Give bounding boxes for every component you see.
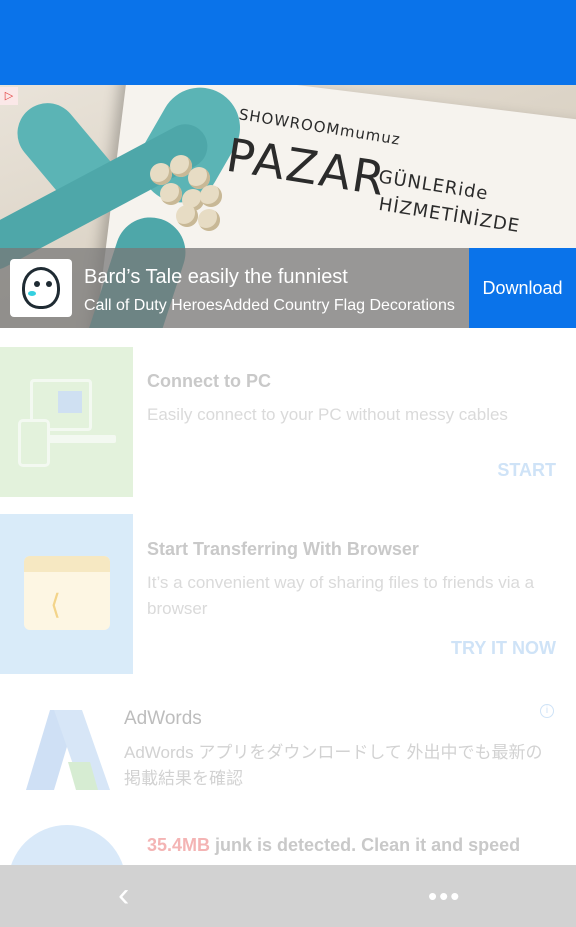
browser-transfer-card[interactable]: ⟨ Start Transferring With Browser It’s a… xyxy=(0,514,576,674)
bottom-navigation-bar: ‹ ••• xyxy=(0,865,576,927)
start-button[interactable]: START xyxy=(497,460,556,481)
feature-title: Connect to PC xyxy=(147,371,271,391)
junk-size: 35.4MB xyxy=(147,835,211,855)
more-dots-icon[interactable]: ••• xyxy=(428,881,468,911)
junk-message-text: junk is detected. Clean it and speed xyxy=(210,835,521,855)
info-icon[interactable]: i xyxy=(540,704,554,718)
top-app-bar xyxy=(0,0,576,85)
download-button[interactable]: Download xyxy=(469,248,576,328)
feature-title: Start Transferring With Browser xyxy=(147,539,419,559)
adwords-native-ad[interactable]: AdWords AdWords アプリをダウンロードして 外出中でも最新の掲載結… xyxy=(0,690,576,810)
share-icon: ⟨ xyxy=(50,589,61,620)
app-logo-icon xyxy=(10,259,72,317)
ad-app-title: Bard’s Tale easily the funniest xyxy=(84,266,348,288)
browser-share-icon: ⟨ xyxy=(0,514,133,674)
ad-title: AdWords xyxy=(124,708,202,729)
connect-to-pc-card[interactable]: Connect to PC Easily connect to your PC … xyxy=(0,347,576,497)
feature-description: Easily connect to your PC without messy … xyxy=(147,405,508,424)
feature-description: It’s a convenient way of sharing files t… xyxy=(147,573,535,618)
chevron-left-icon[interactable]: ‹ xyxy=(118,877,148,913)
adchoices-icon[interactable]: ▷ xyxy=(0,87,18,105)
ad-app-subtitle: Call of Duty HeroesAdded Country Flag De… xyxy=(84,297,455,314)
adwords-logo-icon xyxy=(26,710,110,790)
ad-description: AdWords アプリをダウンロードして 外出中でも最新の掲載結果を確認 xyxy=(124,743,543,788)
try-it-now-button[interactable]: TRY IT NOW xyxy=(451,638,556,659)
pc-connect-icon xyxy=(0,347,133,497)
junk-message: 35.4MB junk is detected. Clean it and sp… xyxy=(147,835,520,856)
